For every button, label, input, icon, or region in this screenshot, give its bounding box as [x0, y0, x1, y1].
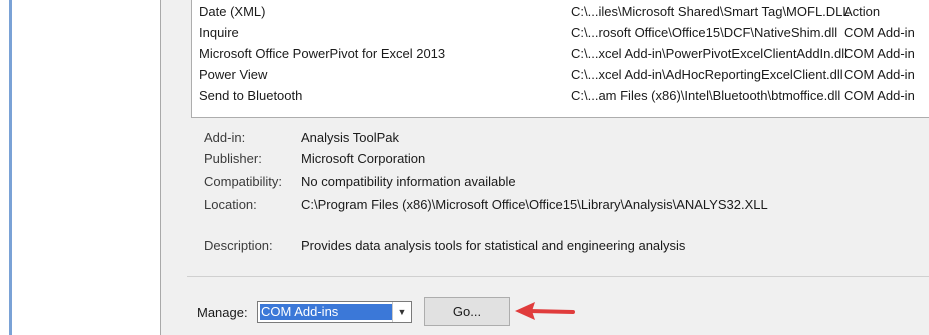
addin-name: Send to Bluetooth	[199, 88, 303, 103]
addin-location: C:\...iles\Microsoft Shared\Smart Tag\MO…	[571, 4, 850, 19]
addin-location: C:\...rosoft Office\Office15\DCF\NativeS…	[571, 25, 838, 40]
detail-label: Description:	[204, 238, 273, 253]
detail-value: Microsoft Corporation	[301, 151, 426, 166]
chevron-down-icon[interactable]: ▼	[392, 302, 411, 322]
addin-type: Action	[844, 4, 881, 19]
addin-name: Date (XML)	[199, 4, 266, 19]
manage-selected-value: COM Add-ins	[260, 304, 393, 320]
addin-location: C:\...xcel Add-in\AdHocReportingExcelCli…	[571, 67, 843, 82]
detail-label: Location:	[204, 197, 257, 212]
detail-label: Publisher:	[204, 151, 262, 166]
addin-type: COM Add-in	[844, 88, 915, 103]
addin-type: COM Add-in	[844, 25, 915, 40]
addins-dialog: Date (XML) C:\...iles\Microsoft Shared\S…	[160, 0, 929, 335]
list-item[interactable]: Send to Bluetooth C:\...am Files (x86)\I…	[192, 86, 929, 106]
list-item[interactable]: Microsoft Office PowerPivot for Excel 20…	[192, 44, 929, 64]
detail-value: No compatibility information available	[301, 174, 516, 189]
list-item[interactable]: Power View C:\...xcel Add-in\AdHocReport…	[192, 65, 929, 85]
addin-name: Power View	[199, 67, 268, 82]
addin-location: C:\...am Files (x86)\Intel\Bluetooth\btm…	[571, 88, 841, 103]
list-item[interactable]: Date (XML) C:\...iles\Microsoft Shared\S…	[192, 2, 929, 22]
detail-label: Add-in:	[204, 130, 246, 145]
manage-label: Manage:	[197, 305, 248, 320]
divider	[187, 276, 929, 277]
addin-type: COM Add-in	[844, 46, 915, 61]
addin-name: Inquire	[199, 25, 239, 40]
detail-value: Analysis ToolPak	[301, 130, 400, 145]
arrow-head	[515, 302, 535, 320]
detail-value: C:\Program Files (x86)\Microsoft Office\…	[301, 197, 768, 212]
detail-value: Provides data analysis tools for statist…	[301, 238, 686, 253]
red-arrow-icon	[515, 302, 575, 320]
go-button[interactable]: Go...	[424, 297, 510, 326]
detail-label: Compatibility:	[204, 174, 283, 189]
list-item[interactable]: Inquire C:\...rosoft Office\Office15\DCF…	[192, 23, 929, 43]
addin-type: COM Add-in	[844, 67, 915, 82]
addin-location: C:\...xcel Add-in\PowerPivotExcelClientA…	[571, 46, 848, 61]
addins-listbox[interactable]: Date (XML) C:\...iles\Microsoft Shared\S…	[191, 0, 929, 118]
addin-name: Microsoft Office PowerPivot for Excel 20…	[199, 46, 446, 61]
manage-select[interactable]: COM Add-ins ▼	[257, 301, 412, 323]
window-border	[9, 0, 12, 335]
arrow-shaft	[527, 309, 575, 314]
